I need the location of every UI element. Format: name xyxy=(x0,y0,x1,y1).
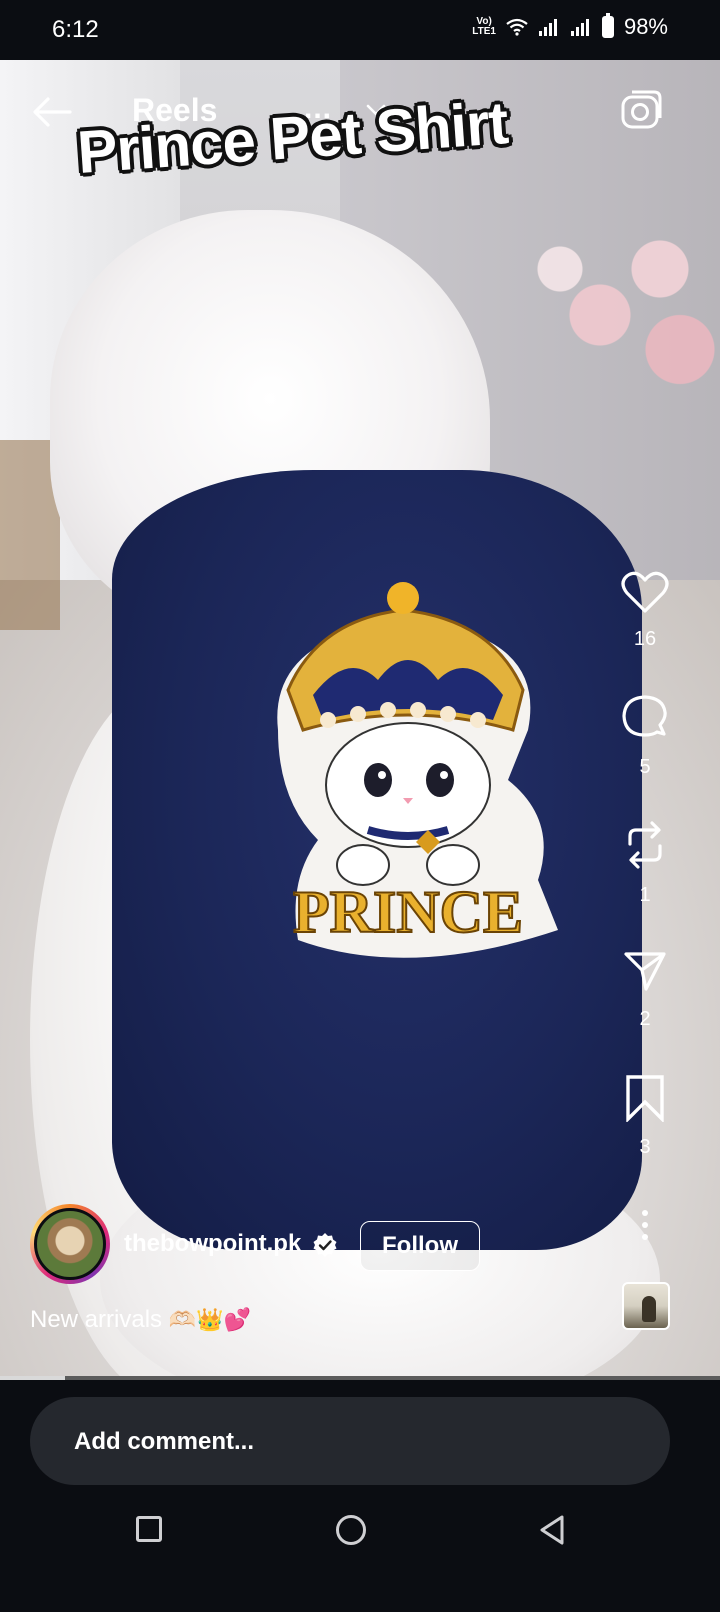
comment-count: 5 xyxy=(639,756,651,778)
like-count: 16 xyxy=(633,628,657,650)
volte-icon: Vo) LTE1 xyxy=(472,16,496,37)
audio-thumbnail-figure xyxy=(642,1296,656,1322)
caption[interactable]: New arrivals 🫶🏻👑💕 xyxy=(30,1306,251,1334)
verified-badge-icon xyxy=(313,1233,337,1257)
status-bar: 6:12 Vo) LTE1 98% xyxy=(0,0,720,60)
system-nav-bar xyxy=(0,1486,720,1612)
prince-print-graphic: PRINCE xyxy=(277,582,558,958)
status-icons: Vo) LTE1 98% xyxy=(472,13,668,40)
comment-placeholder[interactable]: Add comment... xyxy=(74,1428,254,1456)
signal-icon xyxy=(538,19,557,36)
signal-icon-2 xyxy=(570,19,589,36)
avatar-image xyxy=(34,1208,106,1280)
repost-icon[interactable] xyxy=(622,820,668,870)
share-action[interactable]: 2 xyxy=(612,948,678,1031)
recents-square-icon[interactable] xyxy=(136,1516,162,1542)
svg-text:PRINCE: PRINCE xyxy=(293,879,523,945)
camera-icon[interactable] xyxy=(618,88,664,134)
like-action[interactable]: 16 xyxy=(612,570,678,651)
avatar[interactable] xyxy=(30,1204,110,1284)
comment-action[interactable]: 5 xyxy=(612,694,678,779)
follow-button[interactable]: Follow xyxy=(360,1221,480,1271)
battery-percent: 98% xyxy=(623,14,668,39)
background-flowers xyxy=(520,200,720,430)
repost-count: 1 xyxy=(639,884,651,906)
caption-emoji: 🫶🏻👑💕 xyxy=(168,1307,251,1332)
send-icon[interactable] xyxy=(622,948,668,994)
share-count: 2 xyxy=(639,1008,651,1030)
save-count: 3 xyxy=(639,1136,651,1158)
wifi-icon xyxy=(506,18,528,36)
back-triangle-icon[interactable] xyxy=(538,1514,566,1546)
battery-icon xyxy=(601,13,614,38)
username[interactable]: thebowpoint.pk xyxy=(124,1230,301,1258)
audio-thumbnail[interactable] xyxy=(622,1282,670,1330)
comment-bubble-icon[interactable] xyxy=(620,694,670,742)
bookmark-icon[interactable] xyxy=(624,1074,666,1122)
more-vertical-icon[interactable] xyxy=(630,1206,660,1246)
save-action[interactable]: 3 xyxy=(612,1074,678,1159)
heart-icon[interactable] xyxy=(621,570,669,614)
caption-text: New arrivals xyxy=(30,1306,169,1333)
status-time: 6:12 xyxy=(52,16,99,43)
back-arrow-icon[interactable] xyxy=(30,90,74,134)
home-circle-icon[interactable] xyxy=(336,1515,366,1545)
repost-action[interactable]: 1 xyxy=(612,820,678,907)
